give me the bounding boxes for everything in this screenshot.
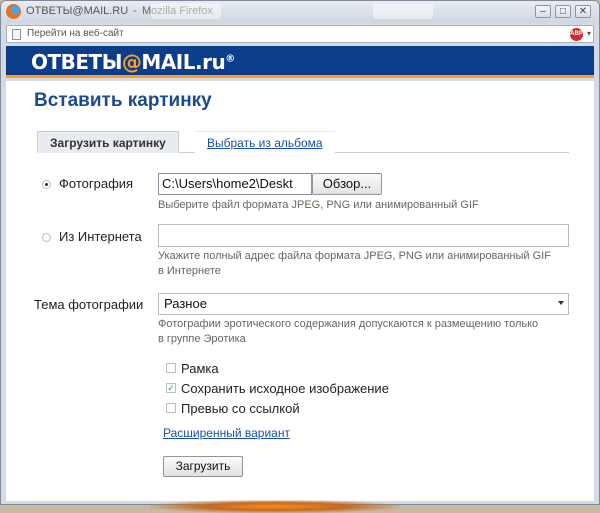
checkbox-frame-label: Рамка <box>181 361 219 376</box>
image-url-input[interactable] <box>158 224 569 247</box>
window-title-separator: - <box>133 5 137 17</box>
tab-bar: Загрузить картинку Выбрать из альбома <box>37 131 569 153</box>
mailru-answers-logo[interactable]: ОТВЕТЫ@MAIL.ru® <box>31 50 235 74</box>
checkbox-preview-link-label: Превью со ссылкой <box>181 401 300 416</box>
topic-select[interactable]: Разное <box>158 293 569 315</box>
window-controls: – □ ✕ <box>535 5 591 18</box>
tab-upload[interactable]: Загрузить картинку <box>37 131 179 153</box>
topic-hint-line1: Фотографии эротического содержания допус… <box>158 318 539 330</box>
logo-text-right: MAIL.ru <box>141 50 226 74</box>
checkbox-frame[interactable] <box>166 363 176 373</box>
topic-selected-value: Разное <box>164 296 207 311</box>
advanced-variant-link[interactable]: Расширенный вариант <box>163 426 290 440</box>
browser-window: ОТВЕТЫ@MAIL.RU - Mozilla Firefox – □ ✕ П… <box>0 0 600 505</box>
background-tab-blur <box>373 3 433 19</box>
window-title-site: ОТВЕТЫ@MAIL.RU <box>26 5 129 17</box>
brand-header: ОТВЕТЫ@MAIL.ru® <box>6 46 594 78</box>
radio-photo[interactable] <box>42 180 51 189</box>
page-title: Вставить картинку <box>34 90 212 111</box>
topic-hint-line2: в группе Эротика <box>158 333 246 345</box>
browse-button[interactable]: Обзор... <box>312 173 382 195</box>
page-icon <box>12 29 21 40</box>
address-bar[interactable]: Перейти на веб-сайт ABP ▾ <box>6 25 594 43</box>
logo-at: @ <box>121 50 142 74</box>
background-tab-blur <box>151 3 221 19</box>
file-path-input[interactable]: C:\Users\home2\Deskt <box>158 173 312 195</box>
firefox-icon <box>6 4 21 19</box>
adblock-icon[interactable]: ABP <box>570 28 583 41</box>
logo-text-left: ОТВЕТЫ <box>31 50 122 74</box>
chevron-down-icon[interactable]: ▾ <box>587 29 591 38</box>
topic-label: Тема фотографии <box>34 297 144 312</box>
address-placeholder: Перейти на веб-сайт <box>27 28 124 39</box>
checkbox-keep-original-label: Сохранить исходное изображение <box>181 381 389 396</box>
photo-hint: Выберите файл формата JPEG, PNG или аним… <box>158 199 479 211</box>
chevron-down-icon <box>558 301 564 305</box>
upload-button[interactable]: Загрузить <box>163 456 243 477</box>
maximize-button[interactable]: □ <box>555 5 571 18</box>
internet-hint-line2: в Интернете <box>158 265 221 277</box>
internet-hint-line1: Укажите полный адрес файла формата JPEG,… <box>158 250 551 262</box>
logo-registered: ® <box>225 53 235 65</box>
title-bar: ОТВЕТЫ@MAIL.RU - Mozilla Firefox – □ ✕ <box>1 1 599 23</box>
tab-album[interactable]: Выбрать из альбома <box>195 131 335 153</box>
minimize-button[interactable]: – <box>535 5 551 18</box>
close-button[interactable]: ✕ <box>575 5 591 18</box>
content-panel: Вставить картинку Загрузить картинку Выб… <box>6 81 594 501</box>
radio-internet[interactable] <box>42 233 51 242</box>
checkbox-preview-link[interactable] <box>166 403 176 413</box>
internet-label: Из Интернета <box>59 229 142 244</box>
desktop-background <box>150 500 400 513</box>
checkbox-keep-original[interactable]: ✓ <box>166 383 176 393</box>
photo-label: Фотография <box>59 176 134 191</box>
